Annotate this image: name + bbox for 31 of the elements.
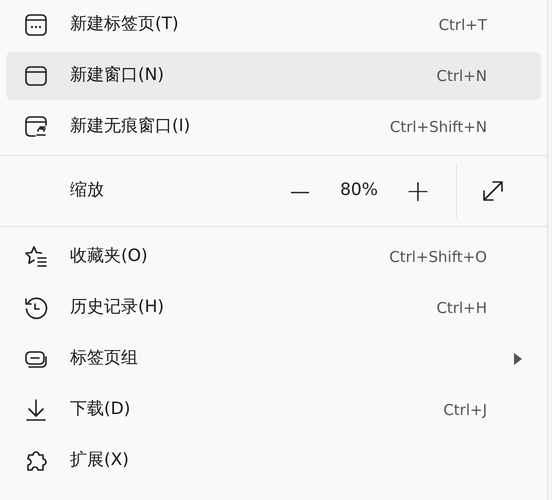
- shortcut-label: Ctrl+T: [438, 14, 487, 36]
- menu-item-label: 新建窗口(N): [70, 64, 165, 88]
- menu-item[interactable]: 新建无痕窗口(I) Ctrl+Shift+N: [6, 103, 541, 151]
- private-window-icon: [23, 114, 49, 140]
- menu-item[interactable]: 收藏夹(O) Ctrl+Shift+O: [6, 233, 541, 281]
- menu-item[interactable]: 标签页组: [6, 335, 541, 383]
- star-list-icon: [23, 244, 49, 270]
- history-icon: [23, 295, 49, 321]
- zoom-out-button[interactable]: —: [278, 171, 322, 211]
- menu-item[interactable]: 新建标签页(T) Ctrl+T: [6, 1, 541, 49]
- shortcut-label: Ctrl+J: [443, 400, 487, 421]
- menu-item-label: 下载(D): [70, 398, 132, 422]
- shortcut-label: Ctrl+H: [436, 298, 487, 319]
- menu-item[interactable]: 下载(D) Ctrl+J: [6, 386, 541, 434]
- shortcut-label: Ctrl+N: [436, 66, 487, 87]
- menu-item-label: 标签页组: [70, 347, 139, 370]
- menu-item[interactable]: 历史记录(H) Ctrl+H: [6, 284, 541, 332]
- menu-item-label: 新建无痕窗口(I): [70, 115, 192, 138]
- window-icon: [23, 63, 49, 89]
- menu-item[interactable]: 扩展(X): [6, 437, 541, 485]
- menu-item-label: 历史记录(H): [70, 296, 166, 320]
- zoom-label: 缩放: [70, 179, 105, 202]
- shortcut-label: Ctrl+Shift+N: [390, 116, 487, 138]
- shortcut-label: Ctrl+Shift+O: [389, 246, 487, 268]
- menu-item-label: 新建标签页(T): [70, 13, 180, 36]
- menu-item[interactable]: 新建窗口(N) Ctrl+N: [6, 52, 541, 100]
- zoom-in-button[interactable]: +: [396, 171, 440, 211]
- menu-item-label: 收藏夹(O): [70, 245, 149, 268]
- new-tab-icon: [23, 12, 49, 38]
- menu-item-label: 扩展(X): [70, 449, 130, 472]
- zoom-value: 80%: [339, 179, 379, 202]
